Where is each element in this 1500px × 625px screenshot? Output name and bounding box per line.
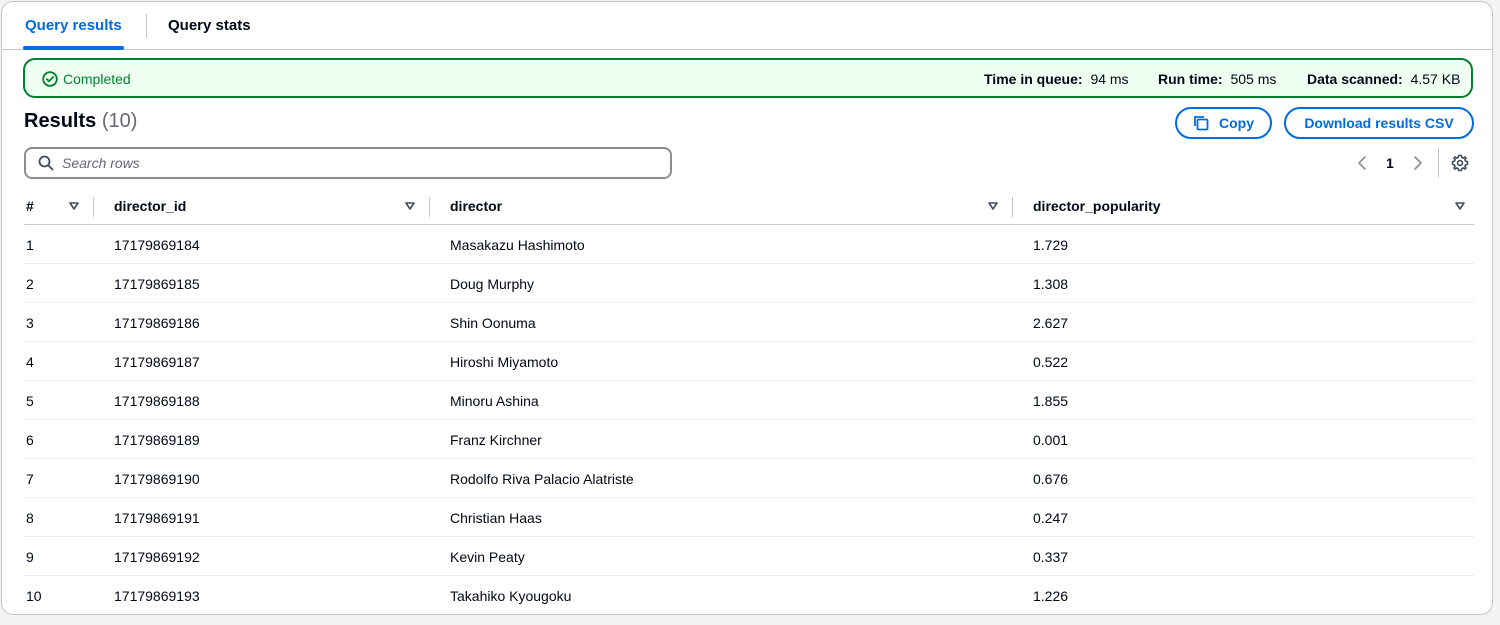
cell-director-popularity: 1.729 [1033, 237, 1069, 253]
tab-query-stats[interactable]: Query stats [168, 2, 251, 49]
search-icon [38, 155, 54, 171]
cell-director-id: 17179869186 [114, 315, 200, 331]
check-circle-icon [42, 71, 58, 87]
column-resizer[interactable] [429, 197, 430, 217]
table-row: 10 17179869193 Takahiko Kyougoku 1.226 [24, 576, 1474, 614]
cell-index: 4 [26, 354, 34, 370]
cell-director-id: 17179869189 [114, 432, 200, 448]
cell-director: Christian Haas [450, 510, 542, 526]
copy-button[interactable]: Copy [1175, 107, 1272, 139]
download-csv-button[interactable]: Download results CSV [1284, 107, 1474, 139]
search-input[interactable] [62, 149, 662, 177]
time-in-queue-stat: Time in queue: 94 ms [984, 71, 1129, 87]
column-resizer[interactable] [1012, 197, 1013, 217]
cell-director-id: 17179869184 [114, 237, 200, 253]
cell-director: Franz Kirchner [450, 432, 542, 448]
cell-director-id: 17179869193 [114, 588, 200, 604]
tab-query-results[interactable]: Query results [23, 2, 124, 50]
run-time-stat: Run time: 505 ms [1158, 71, 1276, 87]
table-header: # director_id director director_populari… [24, 188, 1474, 225]
cell-director: Takahiko Kyougoku [450, 588, 572, 604]
column-header-index[interactable]: # [26, 198, 34, 214]
run-time-label: Run time: [1158, 71, 1223, 87]
pager-divider [1438, 148, 1439, 178]
sort-down-icon[interactable] [987, 200, 999, 212]
cell-director-popularity: 1.226 [1033, 588, 1069, 604]
sort-down-icon[interactable] [1454, 200, 1466, 212]
gear-icon[interactable] [1451, 154, 1469, 172]
cell-index: 2 [26, 276, 34, 292]
table-row: 4 17179869187 Hiroshi Miyamoto 0.522 [24, 342, 1474, 381]
table-row: 1 17179869184 Masakazu Hashimoto 1.729 [24, 225, 1474, 264]
cell-index: 7 [26, 471, 34, 487]
cell-director: Kevin Peaty [450, 549, 525, 565]
table-row: 6 17179869189 Franz Kirchner 0.001 [24, 420, 1474, 459]
cell-director: Masakazu Hashimoto [450, 237, 585, 253]
column-resizer[interactable] [93, 197, 94, 217]
page-number[interactable]: 1 [1386, 155, 1394, 171]
table-row: 9 17179869192 Kevin Peaty 0.337 [24, 537, 1474, 576]
copy-icon [1194, 116, 1209, 131]
search-box [24, 147, 672, 179]
column-header-director-id[interactable]: director_id [114, 198, 186, 214]
cell-index: 6 [26, 432, 34, 448]
cell-index: 8 [26, 510, 34, 526]
cell-director: Rodolfo Riva Palacio Alatriste [450, 471, 634, 487]
copy-button-label: Copy [1219, 115, 1254, 131]
cell-index: 1 [26, 237, 34, 253]
tab-divider [146, 14, 147, 38]
data-scanned-label: Data scanned: [1307, 71, 1403, 87]
cell-director-id: 17179869190 [114, 471, 200, 487]
sort-down-icon[interactable] [68, 200, 80, 212]
sort-down-icon[interactable] [404, 200, 416, 212]
cell-director-id: 17179869187 [114, 354, 200, 370]
cell-director-id: 17179869185 [114, 276, 200, 292]
time-in-queue-value: 94 ms [1090, 71, 1129, 87]
status-banner: Completed Time in queue: 94 ms Run time:… [23, 58, 1473, 98]
table-row: 7 17179869190 Rodolfo Riva Palacio Alatr… [24, 459, 1474, 498]
cell-director-id: 17179869191 [114, 510, 200, 526]
cell-director-popularity: 0.247 [1033, 510, 1069, 526]
cell-director-popularity: 1.855 [1033, 393, 1069, 409]
cell-director-popularity: 0.337 [1033, 549, 1069, 565]
cell-director: Doug Murphy [450, 276, 535, 292]
table-row: 5 17179869188 Minoru Ashina 1.855 [24, 381, 1474, 420]
run-time-value: 505 ms [1230, 71, 1277, 87]
results-title: Results [24, 110, 97, 132]
data-scanned-value: 4.57 KB [1410, 71, 1461, 87]
cell-index: 3 [26, 315, 34, 331]
results-count: (10) [101, 110, 138, 132]
cell-index: 10 [26, 588, 42, 604]
tab-bar: Query results Query stats [2, 2, 1492, 50]
results-heading: Results (10) [24, 110, 137, 133]
status-text: Completed [63, 71, 131, 87]
chevron-left-icon[interactable] [1354, 154, 1370, 172]
time-in-queue-label: Time in queue: [984, 71, 1083, 87]
query-results-panel: Query results Query stats Completed Time… [1, 1, 1493, 615]
cell-director-popularity: 1.308 [1033, 276, 1069, 292]
cell-index: 5 [26, 393, 34, 409]
table-body: 1 17179869184 Masakazu Hashimoto 1.729 2… [24, 225, 1474, 614]
table-row: 8 17179869191 Christian Haas 0.247 [24, 498, 1474, 537]
cell-director: Hiroshi Miyamoto [450, 354, 559, 370]
cell-director: Shin Oonuma [450, 315, 536, 331]
cell-director-id: 17179869188 [114, 393, 200, 409]
column-header-director[interactable]: director [450, 198, 502, 214]
cell-director-id: 17179869192 [114, 549, 200, 565]
cell-director-popularity: 0.001 [1033, 432, 1069, 448]
cell-index: 9 [26, 549, 34, 565]
table-row: 2 17179869185 Doug Murphy 1.308 [24, 264, 1474, 303]
table-row: 3 17179869186 Shin Oonuma 2.627 [24, 303, 1474, 342]
chevron-right-icon[interactable] [1410, 154, 1426, 172]
cell-director-popularity: 0.522 [1033, 354, 1069, 370]
cell-director-popularity: 2.627 [1033, 315, 1069, 331]
data-scanned-stat: Data scanned: 4.57 KB [1307, 71, 1460, 87]
column-header-director-popularity[interactable]: director_popularity [1033, 198, 1161, 214]
cell-director-popularity: 0.676 [1033, 471, 1069, 487]
cell-director: Minoru Ashina [450, 393, 539, 409]
